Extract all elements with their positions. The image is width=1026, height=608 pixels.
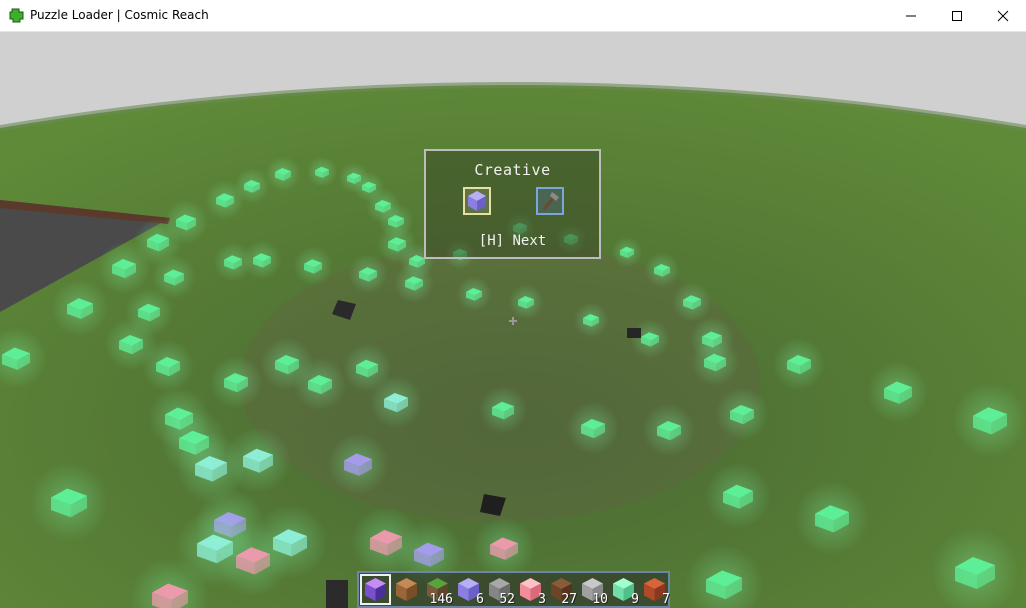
hotbar-slot-count: 6 (476, 592, 484, 607)
maximize-icon (952, 11, 962, 21)
axe-icon (542, 192, 559, 210)
gamemode-item-axe[interactable] (536, 187, 564, 215)
close-button[interactable] (980, 0, 1026, 31)
glowing-block (29, 462, 109, 542)
app-icon (9, 8, 24, 23)
glowing-block (644, 252, 680, 288)
glowing-block (573, 302, 609, 338)
glowing-block (141, 339, 195, 393)
glowing-block (690, 337, 740, 387)
hotbar-slot[interactable]: 9 (609, 575, 639, 607)
gamemode-switcher-panel: Creative [H] Next (424, 149, 601, 259)
hotbar-slot-count: 9 (631, 592, 639, 607)
glowing-block (473, 517, 535, 579)
glowing-block (772, 337, 826, 391)
maximize-button[interactable] (934, 0, 980, 31)
minimize-button[interactable] (888, 0, 934, 31)
glowing-block (265, 156, 301, 192)
glowing-block (225, 427, 291, 493)
glowing-block (394, 263, 434, 303)
glowing-block (293, 357, 347, 411)
glowing-block (164, 200, 208, 244)
glowing-block (794, 480, 870, 556)
hotbar-slot-count: 10 (592, 592, 608, 607)
crafting-block-icon (365, 578, 386, 601)
hotbar-slot-count: 146 (429, 592, 453, 607)
close-icon (997, 10, 1009, 22)
hotbar-slot-count: 52 (499, 592, 515, 607)
glowing-block (51, 279, 109, 337)
hotbar-slot[interactable]: 3 (516, 575, 546, 607)
glowing-block (867, 361, 929, 423)
glowing-block (234, 168, 270, 204)
glowing-block (672, 282, 712, 322)
hotbar-slot[interactable]: 10 (578, 575, 608, 607)
glowing-block (705, 463, 771, 529)
glowing-block (715, 387, 769, 441)
glowing-block (209, 355, 263, 409)
glowing-block (213, 242, 253, 282)
glowing-block (642, 403, 696, 457)
hotbar: 146 6 52 3 27 10 9 7 (357, 571, 670, 608)
next-gamemode-hint: [H] Next (478, 233, 547, 249)
glowing-block (630, 319, 670, 359)
minimize-icon (906, 15, 916, 17)
glowing-block (348, 254, 388, 294)
glowing-block (611, 236, 643, 268)
gamemode-item-block[interactable] (463, 187, 491, 215)
glowing-block (508, 284, 544, 320)
hotbar-slot[interactable]: 27 (547, 575, 577, 607)
glowing-block (306, 156, 338, 188)
hotbar-slot[interactable] (360, 574, 391, 605)
lunar-block-icon (468, 191, 486, 211)
hotbar-slot-count: 7 (662, 592, 670, 607)
crosshair-icon (509, 317, 517, 325)
hotbar-slot[interactable]: 52 (485, 575, 515, 607)
glowing-block (478, 385, 528, 435)
window-title: Puzzle Loader | Cosmic Reach (30, 8, 209, 22)
glowing-block (369, 375, 423, 429)
hotbar-slot[interactable]: 7 (640, 575, 670, 607)
wood-planks-icon (396, 578, 417, 601)
gamemode-title: Creative (474, 161, 551, 179)
hotbar-slot-count: 3 (538, 592, 546, 607)
glowing-block (215, 522, 291, 598)
hotbar-slot[interactable] (392, 575, 421, 604)
glowing-block (566, 401, 620, 455)
hotbar-slot-count: 27 (561, 592, 577, 607)
hotbar-slot[interactable]: 146 (423, 575, 453, 607)
game-viewport[interactable]: Creative [H] Next 146 6 52 3 27 10 9 7 (0, 32, 1026, 608)
glowing-block (327, 433, 389, 495)
window-titlebar: Puzzle Loader | Cosmic Reach (0, 0, 1026, 32)
hotbar-slot[interactable]: 6 (454, 575, 484, 607)
glowing-block (456, 276, 492, 312)
glowing-block (952, 382, 1026, 458)
glowing-block (293, 246, 333, 286)
